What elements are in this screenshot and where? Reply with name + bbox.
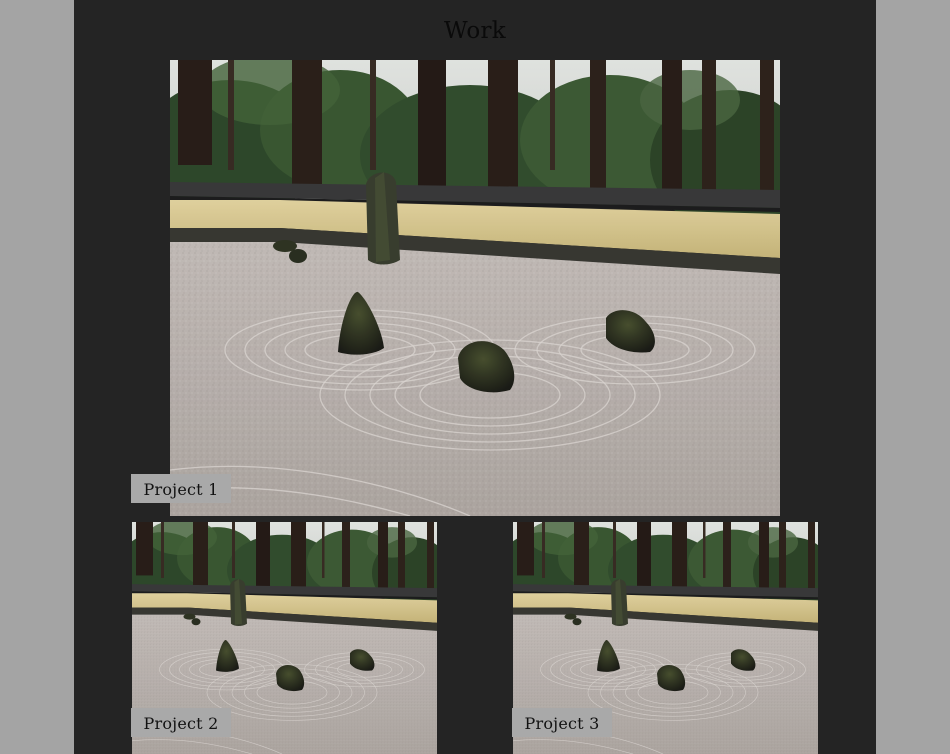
zen-garden-photo xyxy=(170,60,780,516)
project-3-label[interactable]: Project 3 xyxy=(512,708,612,737)
work-panel: Work Project 1 Project 2 Project 3 xyxy=(74,0,876,754)
page-title: Work xyxy=(443,18,507,44)
project-2-label[interactable]: Project 2 xyxy=(131,708,231,737)
project-1-photo[interactable] xyxy=(170,60,780,516)
project-1-label[interactable]: Project 1 xyxy=(131,474,231,503)
